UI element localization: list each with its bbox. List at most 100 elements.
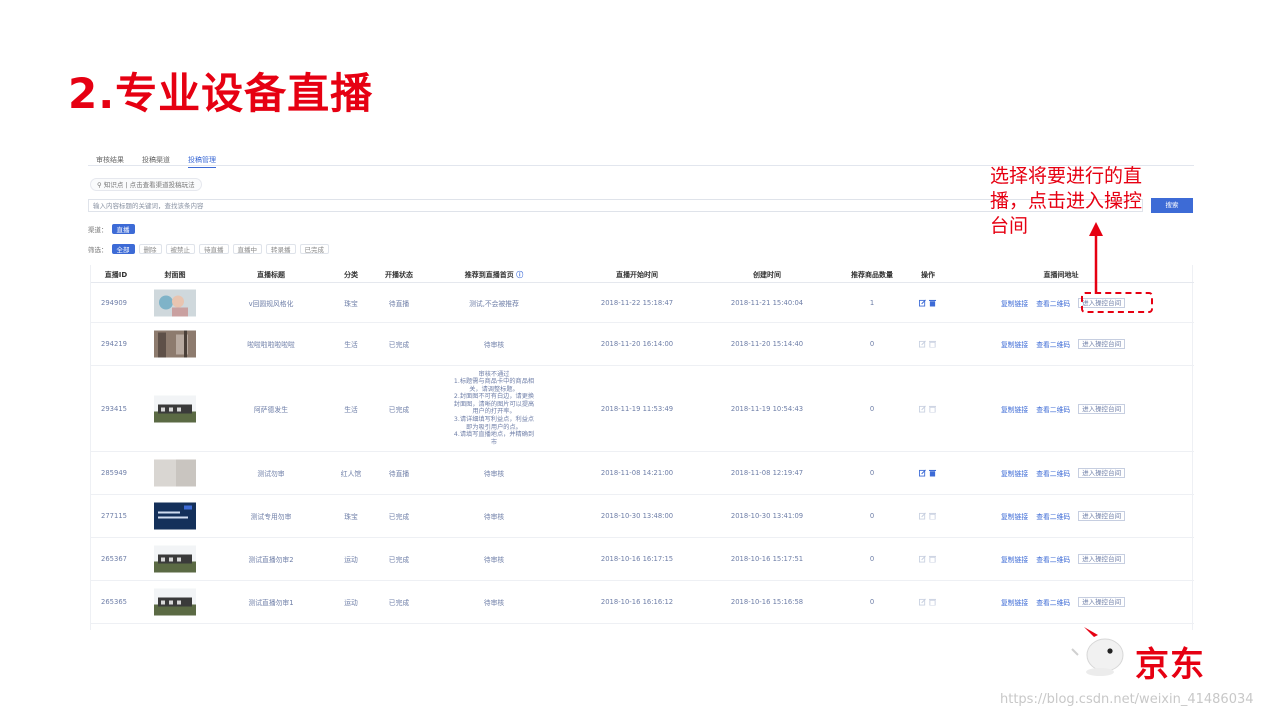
filter-deleted[interactable]: 删除	[138, 244, 162, 254]
cell-recommend: 待审核	[483, 599, 505, 607]
cover-image	[154, 459, 196, 487]
cover-image	[154, 502, 196, 530]
table-row: 277115 测试专用勿审 珠宝 已完成 待审核 2018-10-30 13:4…	[91, 495, 1194, 538]
table-row: 293415 阿萨德发生 生活 已完成 审核不通过 1.标题需与商品卡中的商品相…	[91, 366, 1194, 452]
tab-channel[interactable]: 投稿渠道	[142, 155, 170, 165]
cell-status: 已完成	[388, 556, 410, 564]
annotation-text: 选择将要进行的直播，点击进入操控台间	[990, 165, 1143, 237]
filter-done[interactable]: 已完成	[299, 244, 329, 254]
cell-start-time: 2018-10-30 13:48:00	[600, 512, 674, 520]
table-row: 265365 测试直播勿审1 运动 已完成 待审核 2018-10-16 16:…	[91, 581, 1194, 624]
cell-title: 测试直播勿审1	[248, 599, 294, 607]
cover-image	[154, 395, 196, 422]
filter-all[interactable]: 全部	[111, 244, 135, 254]
view-qrcode-link[interactable]: 查看二维码	[1036, 468, 1070, 478]
edit-icon[interactable]	[919, 299, 926, 306]
ops-group	[919, 469, 936, 477]
cell-created-time: 2018-11-08 12:19:47	[730, 469, 804, 477]
cell-status: 已完成	[388, 405, 410, 414]
view-qrcode-link[interactable]: 查看二维码	[1036, 339, 1070, 349]
filter-live[interactable]: 直播中	[232, 244, 262, 254]
ops-group	[919, 512, 936, 520]
th-cover: 封面图	[164, 271, 186, 279]
room-links: 复制链接 查看二维码 进入操控台间	[1001, 468, 1126, 478]
tip-text: 知识点 | 点击查看渠道投稿玩法	[103, 181, 195, 189]
slide-title: 2.专业设备直播	[68, 69, 374, 118]
filter-banned[interactable]: 被禁止	[165, 244, 195, 254]
cell-id: 265365	[101, 598, 127, 606]
tab-manage[interactable]: 投稿管理	[188, 155, 216, 168]
edit-icon[interactable]	[919, 469, 926, 477]
room-links: 复制链接 查看二维码 进入操控台间	[1001, 597, 1126, 607]
view-qrcode-link[interactable]: 查看二维码	[1036, 597, 1070, 607]
ops-group	[919, 405, 936, 412]
ops-group	[919, 555, 936, 563]
edit-icon	[919, 340, 926, 348]
view-qrcode-link[interactable]: 查看二维码	[1036, 511, 1070, 521]
cell-product-count: 1	[869, 298, 875, 307]
delete-icon[interactable]	[929, 299, 936, 306]
watermark: https://blog.csdn.net/weixin_41486034	[1000, 692, 1254, 707]
cell-category: 珠宝	[344, 299, 358, 308]
table-row: 285949 测试勿审 红人馆 待直播 待审核 2018-11-08 14:21…	[91, 452, 1194, 495]
cell-start-time: 2018-10-16 16:17:15	[600, 555, 674, 563]
channel-chip[interactable]: 直播	[111, 224, 135, 234]
search-input[interactable]: 输入内容标题的关键词，查找该条内容	[88, 199, 1143, 212]
cover-image	[154, 588, 196, 616]
enter-console-button[interactable]: 进入操控台间	[1078, 468, 1126, 478]
cell-category: 珠宝	[344, 513, 358, 521]
cell-status: 已完成	[388, 513, 410, 521]
copy-link[interactable]: 复制链接	[1001, 511, 1028, 521]
tip-pill[interactable]: ⚲ 知识点 | 点击查看渠道投稿玩法	[90, 178, 202, 191]
highlight-box	[1081, 292, 1153, 313]
cell-created-time: 2018-11-19 10:54:43	[730, 404, 804, 413]
edit-icon	[919, 405, 926, 412]
delete-icon	[929, 405, 936, 412]
enter-console-button[interactable]: 进入操控台间	[1078, 403, 1126, 414]
copy-link[interactable]: 复制链接	[1001, 404, 1028, 414]
cell-title: 啦啦啦啦啦啦啦	[247, 341, 295, 349]
cell-created-time: 2018-10-16 15:17:51	[730, 555, 804, 563]
cell-id: 277115	[101, 512, 127, 520]
enter-console-button[interactable]: 进入操控台间	[1078, 554, 1126, 564]
filter-replay[interactable]: 转录播	[266, 244, 296, 254]
delete-icon	[929, 512, 936, 520]
copy-link[interactable]: 复制链接	[1001, 597, 1028, 607]
cell-category: 运动	[344, 556, 358, 564]
cell-title: 测试直播勿审2	[248, 556, 294, 564]
view-qrcode-link[interactable]: 查看二维码	[1036, 554, 1070, 564]
cell-created-time: 2018-10-30 13:41:09	[730, 512, 804, 520]
cell-id: 293415	[101, 404, 127, 413]
enter-console-button[interactable]: 进入操控台间	[1078, 339, 1126, 349]
ops-group	[919, 299, 936, 306]
cell-recommend: 测试,不会被推荐	[469, 299, 519, 308]
enter-console-button[interactable]: 进入操控台间	[1078, 597, 1126, 607]
cell-status: 待直播	[388, 299, 410, 308]
view-qrcode-link[interactable]: 查看二维码	[1036, 298, 1070, 308]
th-category: 分类	[344, 271, 358, 279]
channel-row: 渠道： 直播	[88, 224, 135, 234]
copy-link[interactable]: 复制链接	[1001, 554, 1028, 564]
copy-link[interactable]: 复制链接	[1001, 468, 1028, 478]
cell-recommend: 待审核	[483, 556, 505, 564]
enter-console-button[interactable]: 进入操控台间	[1078, 511, 1126, 521]
slide: 2.专业设备直播 审核结果 投稿渠道 投稿管理 ⚲ 知识点 | 点击查看渠道投稿…	[0, 0, 1280, 720]
th-created: 创建时间	[753, 271, 781, 279]
tab-review-result[interactable]: 审核结果	[96, 155, 124, 165]
delete-icon[interactable]	[929, 469, 936, 477]
cell-product-count: 0	[869, 598, 875, 606]
th-ops: 操作	[921, 271, 935, 279]
copy-link[interactable]: 复制链接	[1001, 339, 1028, 349]
cell-start-time: 2018-11-20 16:14:00	[600, 340, 674, 348]
cell-status: 已完成	[388, 599, 410, 607]
cover-image	[154, 289, 196, 316]
ops-group	[919, 340, 936, 348]
view-qrcode-link[interactable]: 查看二维码	[1036, 404, 1070, 414]
cell-category: 生活	[344, 405, 358, 414]
th-recommend: 推荐到直播首页 ⓘ	[464, 271, 524, 279]
cell-category: 红人馆	[340, 470, 362, 478]
cell-recommend: 待审核	[483, 341, 505, 349]
filter-pending[interactable]: 待直播	[199, 244, 229, 254]
copy-link[interactable]: 复制链接	[1001, 298, 1028, 308]
cell-title: 测试勿审	[257, 470, 285, 478]
